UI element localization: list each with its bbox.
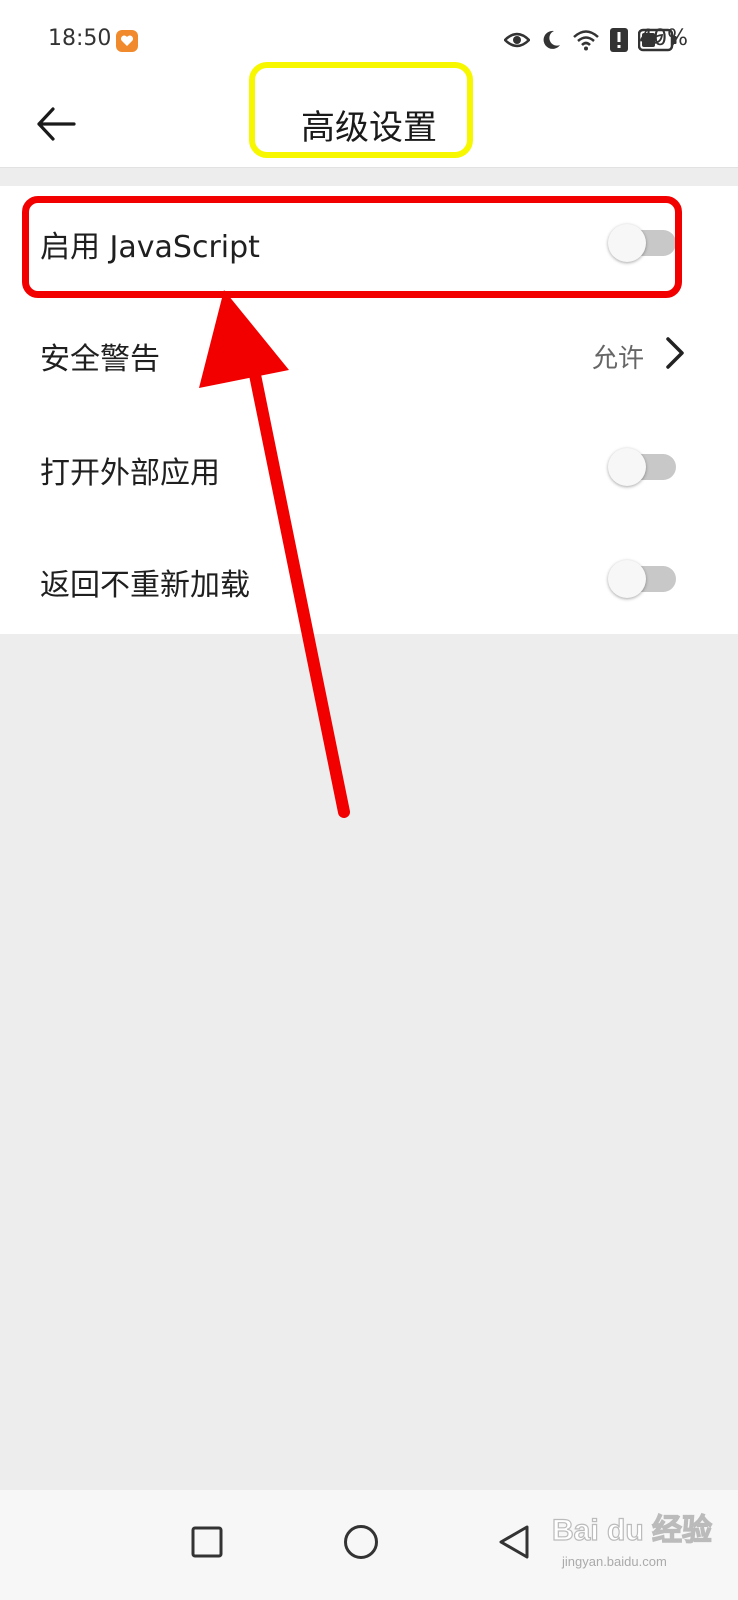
circle-icon bbox=[344, 1525, 378, 1559]
setting-label: 打开外部应用 bbox=[40, 456, 220, 491]
nav-back-button[interactable] bbox=[484, 1512, 544, 1572]
toggle-knob bbox=[608, 224, 646, 262]
screen: 18:50 40% 高级设置 启用 JavaScript 安全警告 允许 打开外… bbox=[0, 0, 738, 1600]
moon-icon bbox=[543, 30, 560, 49]
alert-icon bbox=[610, 28, 628, 52]
recent-apps-button[interactable] bbox=[177, 1512, 237, 1572]
app-badge-icon bbox=[116, 30, 138, 52]
setting-label: 返回不重新加载 bbox=[40, 568, 250, 603]
external-apps-toggle[interactable] bbox=[608, 448, 676, 486]
no-reload-toggle[interactable] bbox=[608, 560, 676, 598]
setting-label: 安全警告 bbox=[40, 342, 160, 377]
wifi-icon bbox=[573, 30, 599, 51]
setting-security-warning[interactable]: 安全警告 允许 bbox=[0, 298, 738, 410]
setting-open-external-apps[interactable]: 打开外部应用 bbox=[0, 410, 738, 522]
javascript-toggle[interactable] bbox=[608, 224, 676, 262]
page-title: 高级设置 bbox=[301, 108, 437, 148]
setting-label: 启用 JavaScript bbox=[40, 230, 260, 265]
battery-percent: 40% bbox=[639, 26, 688, 51]
setting-back-no-reload[interactable]: 返回不重新加载 bbox=[0, 522, 738, 634]
status-bar: 18:50 40% bbox=[0, 0, 738, 80]
eye-icon bbox=[504, 32, 530, 48]
status-time: 18:50 bbox=[48, 26, 112, 51]
toggle-knob bbox=[608, 448, 646, 486]
toggle-knob bbox=[608, 560, 646, 598]
chevron-right-icon bbox=[666, 337, 684, 369]
triangle-back-icon bbox=[499, 1525, 529, 1559]
settings-list: 启用 JavaScript 安全警告 允许 打开外部应用 返回不重新加载 bbox=[0, 186, 738, 634]
home-button[interactable] bbox=[331, 1512, 391, 1572]
setting-value: 允许 bbox=[591, 344, 644, 374]
nav-bar bbox=[0, 1490, 738, 1600]
setting-enable-javascript[interactable]: 启用 JavaScript bbox=[0, 186, 738, 298]
app-header: 高级设置 bbox=[0, 80, 738, 168]
square-icon bbox=[191, 1526, 223, 1558]
